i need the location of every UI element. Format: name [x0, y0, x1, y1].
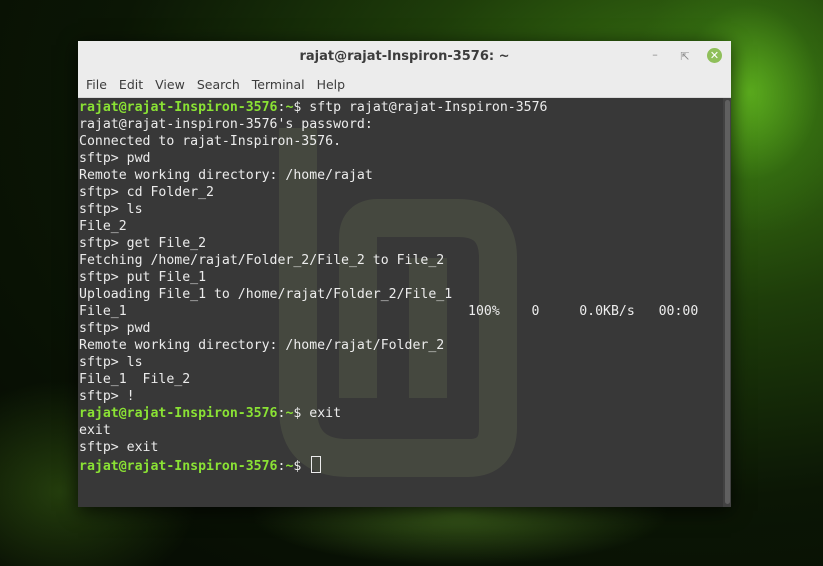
output-line: File_1 File_2 [79, 372, 191, 387]
command-text: sftp rajat@rajat-Inspiron-3576 [301, 100, 548, 115]
output-line: sftp> ls [79, 202, 143, 217]
prompt-user: rajat@rajat-Inspiron-3576 [79, 100, 278, 115]
menu-search[interactable]: Search [191, 77, 246, 92]
terminal-window: rajat@rajat-Inspiron-3576: ~ – ⇱ ✕ File … [78, 41, 731, 507]
output-line: sftp> put File_1 [79, 270, 207, 285]
scrollbar[interactable] [723, 98, 731, 507]
text-cursor[interactable] [311, 456, 322, 473]
menu-file[interactable]: File [80, 77, 113, 92]
output-line: Connected to rajat-Inspiron-3576. [79, 134, 342, 149]
output-line: sftp> get File_2 [79, 236, 207, 251]
menu-edit[interactable]: Edit [113, 77, 149, 92]
prompt-line: rajat@rajat-Inspiron-3576:~$ [79, 456, 719, 474]
output-line: Fetching /home/rajat/Folder_2/File_2 to … [79, 253, 445, 268]
output-line: rajat@rajat-inspiron-3576's password: [79, 117, 373, 132]
terminal-output: rajat@rajat-Inspiron-3576:~$ sftp rajat@… [79, 99, 719, 474]
terminal-area[interactable]: rajat@rajat-Inspiron-3576:~$ sftp rajat@… [78, 98, 731, 507]
command-text [301, 459, 309, 474]
menu-bar: File Edit View Search Terminal Help [78, 72, 731, 98]
output-line: File_2 [79, 219, 127, 234]
menu-terminal[interactable]: Terminal [246, 77, 311, 92]
output-line: Remote working directory: /home/rajat/Fo… [79, 338, 445, 353]
output-line: sftp> pwd [79, 321, 151, 336]
prompt-line: rajat@rajat-Inspiron-3576:~$ exit [79, 405, 719, 422]
output-line: sftp> ! [79, 389, 135, 404]
output-line: sftp> pwd [79, 151, 151, 166]
command-text: exit [301, 406, 342, 421]
menu-help[interactable]: Help [311, 77, 352, 92]
maximize-icon[interactable]: ⇱ [677, 48, 693, 64]
prompt-line: rajat@rajat-Inspiron-3576:~$ sftp rajat@… [79, 99, 719, 116]
output-line: sftp> ls [79, 355, 143, 370]
prompt-user: rajat@rajat-Inspiron-3576 [79, 406, 278, 421]
close-icon[interactable]: ✕ [707, 48, 722, 63]
output-line: Uploading File_1 to /home/rajat/Folder_2… [79, 287, 453, 302]
title-bar[interactable]: rajat@rajat-Inspiron-3576: ~ – ⇱ ✕ [78, 41, 731, 72]
output-line: Remote working directory: /home/rajat [79, 168, 373, 183]
output-line: File_1 100% 0 0.0KB/s 00:00 [79, 304, 699, 319]
window-title: rajat@rajat-Inspiron-3576: ~ [299, 49, 510, 64]
menu-view[interactable]: View [149, 77, 191, 92]
scrollbar-thumb[interactable] [725, 100, 730, 504]
output-line: exit [79, 423, 111, 438]
output-line: sftp> cd Folder_2 [79, 185, 214, 200]
minimize-icon[interactable]: – [647, 46, 663, 62]
output-line: sftp> exit [79, 440, 159, 455]
prompt-user: rajat@rajat-Inspiron-3576 [79, 459, 278, 474]
